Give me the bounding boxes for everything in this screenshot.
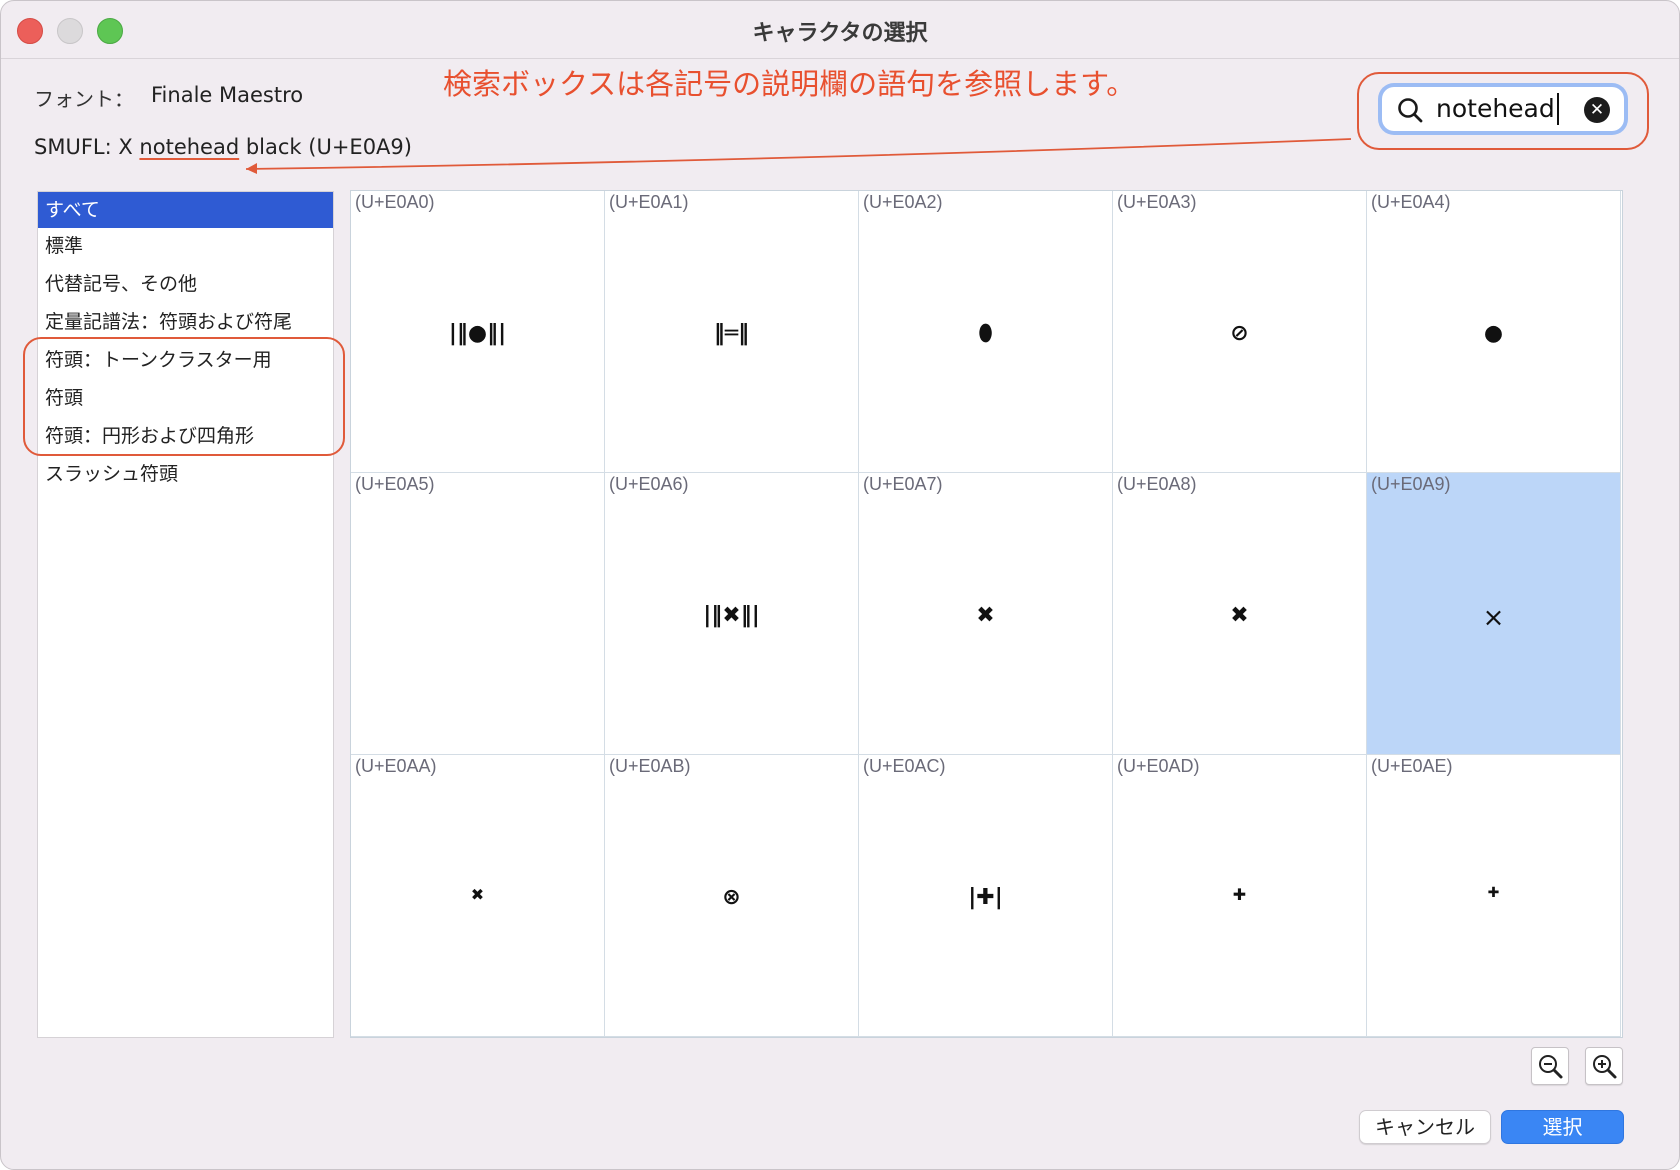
glyph-symbol: ⬮ — [978, 321, 993, 346]
glyph-code: (U+E0AC) — [863, 756, 946, 776]
glyph-symbol: |‖●‖| — [448, 321, 507, 346]
smufl-suffix: black (U+E0A9) — [239, 135, 412, 159]
zoom-out-icon — [1539, 1055, 1563, 1079]
magnifier-icon — [1398, 98, 1423, 123]
glyph-cell[interactable]: (U+E0AD) ✚ — [1113, 755, 1367, 1037]
category-item-standard[interactable]: 標準 — [38, 228, 333, 266]
glyph-symbol: × — [1482, 603, 1505, 633]
glyph-symbol: |‖✖‖| — [703, 603, 760, 628]
glyph-cell[interactable]: (U+E0A3) ⊘ — [1113, 191, 1367, 473]
glyph-code: (U+E0A0) — [355, 192, 435, 212]
glyph-cell[interactable]: (U+E0A7) ✖ — [859, 473, 1113, 755]
glyph-symbol: ✖ — [976, 603, 995, 628]
cancel-button[interactable]: キャンセル — [1359, 1110, 1491, 1144]
glyph-code: (U+E0A6) — [609, 474, 689, 494]
glyph-symbol: ✖ — [1230, 603, 1249, 628]
font-name: Finale Maestro — [151, 83, 304, 107]
search-field[interactable]: notehead ✕ — [1382, 87, 1624, 131]
glyph-cell[interactable]: (U+E0A8) ✖ — [1113, 473, 1367, 755]
smufl-description: SMUFL: X notehead black (U+E0A9) — [34, 135, 412, 159]
clear-search-icon[interactable]: ✕ — [1584, 97, 1610, 123]
glyph-cell[interactable]: (U+E0AA) ✖ — [351, 755, 605, 1037]
glyph-cell[interactable]: (U+E0A2) ⬮ — [859, 191, 1113, 473]
glyph-cell[interactable]: (U+E0A4) ● — [1367, 191, 1621, 473]
glyph-symbol: ✚ — [1487, 885, 1500, 901]
annotation-category-ring — [23, 337, 345, 456]
character-picker-window: キャラクタの選択 フォント： Finale Maestro SMUFL: X n… — [0, 0, 1680, 1170]
glyph-cell[interactable]: (U+E0AE) ✚ — [1367, 755, 1621, 1037]
smufl-prefix: SMUFL: X — [34, 135, 140, 159]
font-label: フォント： — [34, 87, 134, 111]
category-item-all[interactable]: すべて — [38, 192, 333, 228]
glyph-code: (U+E0A8) — [1117, 474, 1197, 494]
title-bar: キャラクタの選択 — [1, 1, 1679, 59]
window-title: キャラクタの選択 — [752, 21, 928, 46]
glyph-code: (U+E0AE) — [1371, 756, 1453, 776]
glyph-code: (U+E0A7) — [863, 474, 943, 494]
search-input[interactable]: notehead — [1436, 93, 1559, 125]
character-grid[interactable]: (U+E0A0) |‖●‖| (U+E0A1) ‖═‖ (U+E0A2) ⬮ (U+E… — [350, 190, 1623, 1038]
zoom-out-button[interactable] — [1531, 1047, 1569, 1085]
glyph-code: (U+E0A3) — [1117, 192, 1197, 212]
glyph-code: (U+E0A9) — [1371, 474, 1451, 494]
category-list[interactable]: すべて 標準 代替記号、その他 定量記譜法：符頭および符尾 符頭：トーンクラスタ… — [37, 191, 334, 1038]
glyph-symbol: |✚| — [968, 885, 1003, 910]
glyph-code: (U+E0AA) — [355, 756, 437, 776]
zoom-in-button[interactable] — [1585, 1047, 1623, 1085]
glyph-cell[interactable]: (U+E0A0) |‖●‖| — [351, 191, 605, 473]
glyph-code: (U+E0A5) — [355, 474, 435, 494]
category-item-slash-noteheads[interactable]: スラッシュ符頭 — [38, 456, 333, 494]
glyph-cell[interactable]: (U+E0A5) — [351, 473, 605, 755]
glyph-code: (U+E0A4) — [1371, 192, 1451, 212]
glyph-symbol: ‖═‖ — [713, 321, 750, 346]
glyph-code: (U+E0AB) — [609, 756, 691, 776]
glyph-symbol: ⊗ — [722, 885, 741, 910]
glyph-cell[interactable]: (U+E0AC) |✚| — [859, 755, 1113, 1037]
glyph-cell[interactable]: (U+E0AB) ⊗ — [605, 755, 859, 1037]
glyph-symbol: ● — [1483, 321, 1504, 346]
select-button[interactable]: 選択 — [1501, 1110, 1624, 1144]
smufl-highlight: notehead — [139, 135, 240, 159]
glyph-cell[interactable]: (U+E0A1) ‖═‖ — [605, 191, 859, 473]
zoom-in-icon — [1593, 1055, 1617, 1079]
glyph-code: (U+E0A1) — [609, 192, 689, 212]
annotation-text: 検索ボックスは各記号の説明欄の語句を参照します。 — [443, 67, 1136, 101]
glyph-code: (U+E0AD) — [1117, 756, 1200, 776]
glyph-cell[interactable]: (U+E0A6) |‖✖‖| — [605, 473, 859, 755]
glyph-symbol: ⊘ — [1230, 321, 1249, 346]
category-item-alternates[interactable]: 代替記号、その他 — [38, 266, 333, 304]
glyph-code: (U+E0A2) — [863, 192, 943, 212]
glyph-symbol: ✖ — [470, 885, 485, 904]
glyph-cell-selected[interactable]: (U+E0A9) × — [1367, 473, 1621, 755]
glyph-symbol: ✚ — [1232, 885, 1247, 904]
